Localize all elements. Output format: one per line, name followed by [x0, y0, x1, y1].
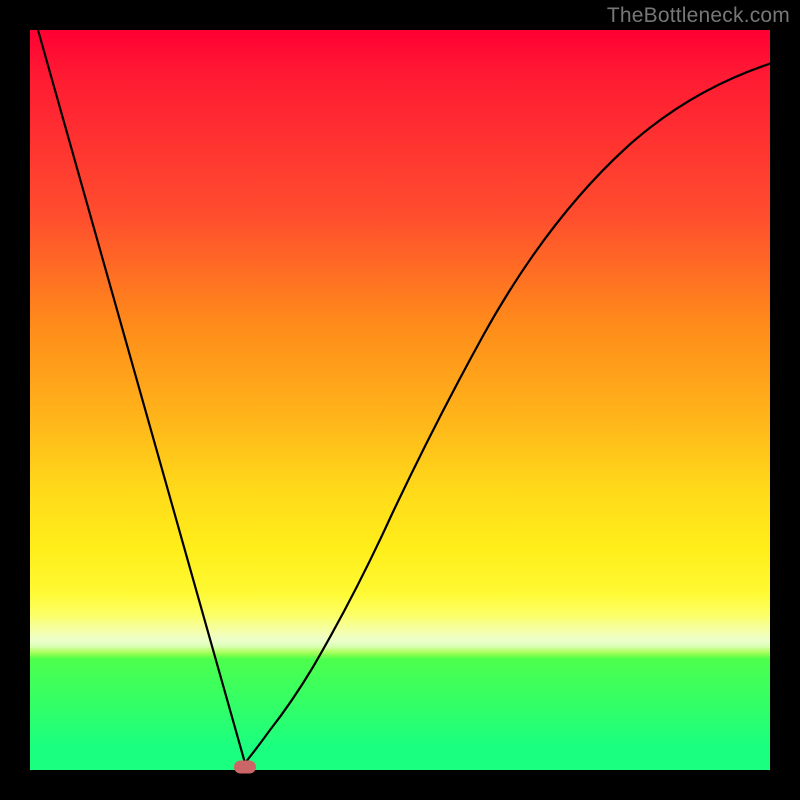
optimal-marker: [234, 761, 256, 774]
curve-layer: [30, 30, 770, 770]
watermark-text: TheBottleneck.com: [607, 4, 790, 28]
plot-area: [30, 30, 770, 770]
chart-frame: TheBottleneck.com: [0, 0, 800, 800]
bottleneck-curve: [38, 30, 772, 763]
